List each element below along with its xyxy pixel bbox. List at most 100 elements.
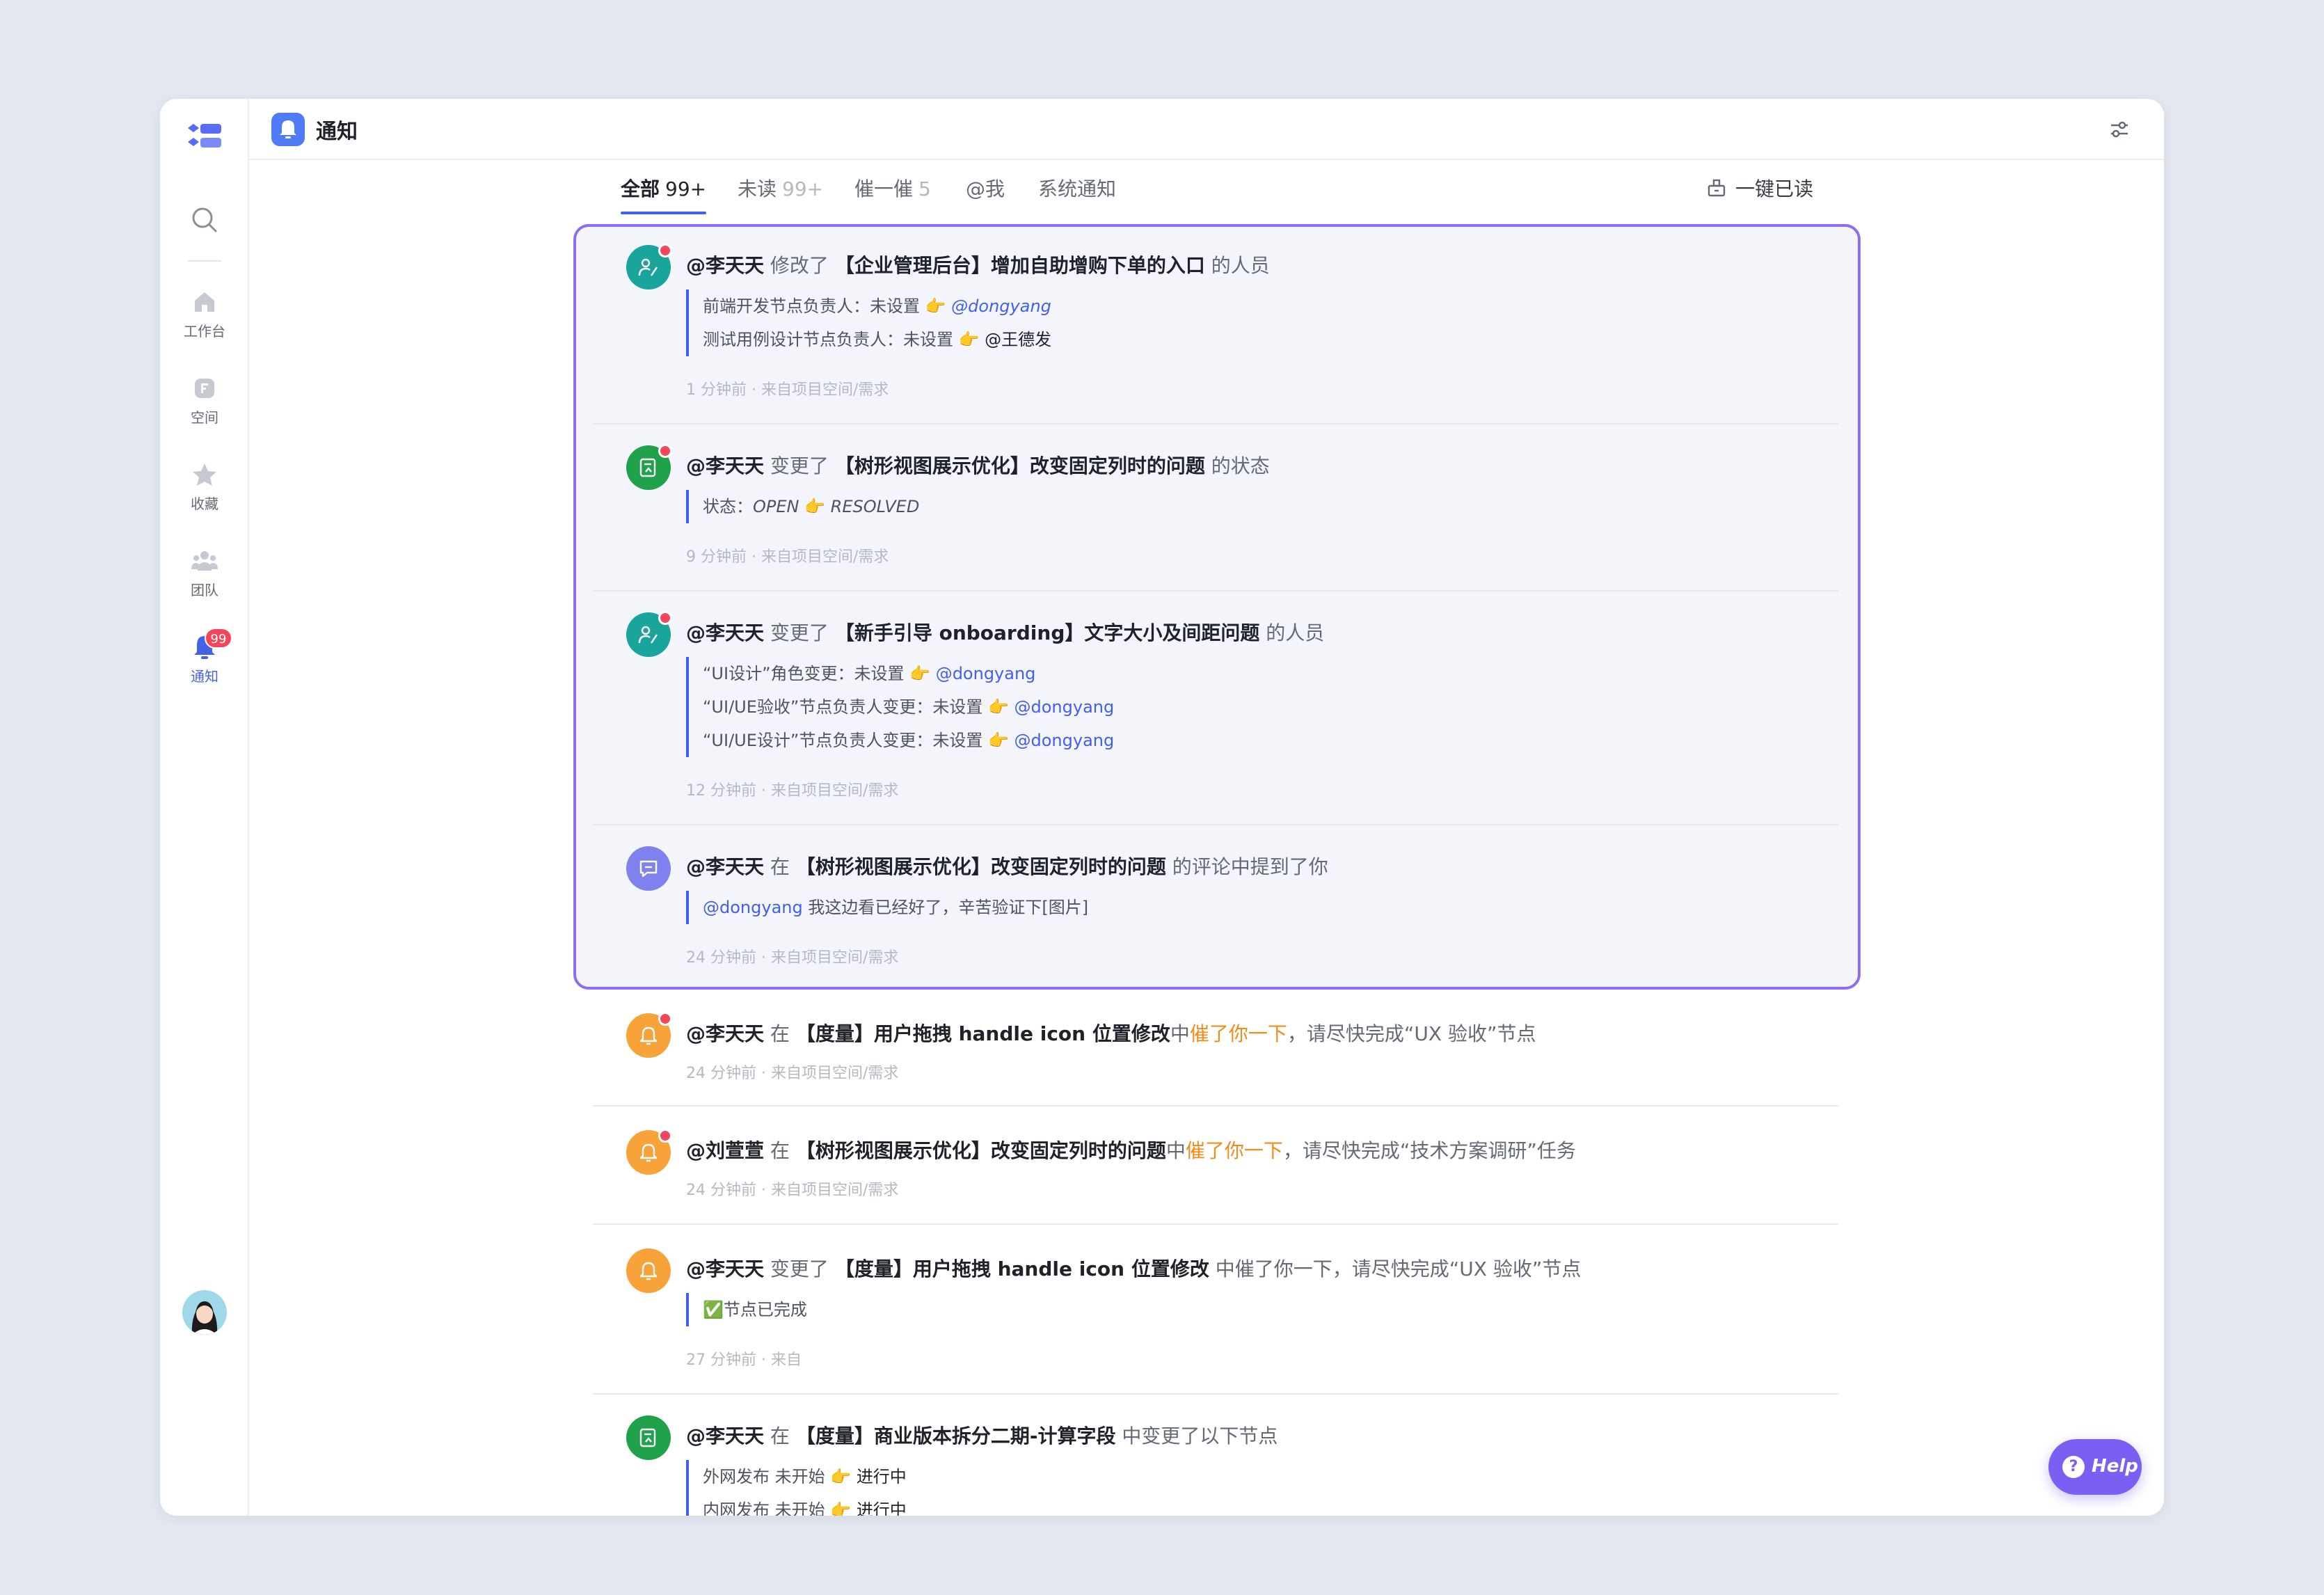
- action-mid: 中: [1165, 1139, 1186, 1162]
- change-line: 测试用例设计节点负责人：未设置 👉 @王德发: [703, 323, 1051, 356]
- notification-title: @李天天 在 【树形视图展示优化】改变固定列时的问题 的评论中提到了你: [686, 852, 1328, 880]
- rail-item-team[interactable]: 团队: [160, 547, 249, 599]
- change-to[interactable]: @dongyang: [1014, 697, 1115, 717]
- urge-bell-icon: [626, 1012, 672, 1058]
- actor-name[interactable]: @刘萱萱: [686, 1139, 764, 1162]
- change-to[interactable]: @dongyang: [951, 296, 1051, 316]
- change-details: ✅节点已完成: [686, 1293, 807, 1326]
- change-to[interactable]: @dongyang: [936, 664, 1036, 683]
- item-divider: [593, 1223, 1838, 1225]
- user-avatar[interactable]: [182, 1290, 227, 1335]
- pointing-hand-icon: 👉: [804, 497, 826, 516]
- tab-unread[interactable]: 未读 99+: [738, 174, 823, 214]
- change-details: 前端开发节点负责人：未设置 👉 @dongyang 测试用例设计节点负责人：未设…: [686, 289, 1051, 356]
- actor-name[interactable]: @李天天: [686, 1425, 764, 1447]
- urge-highlight: 催了你一下: [1185, 1139, 1283, 1162]
- actor-name[interactable]: @李天天: [686, 254, 764, 277]
- change-to[interactable]: @dongyang: [1014, 731, 1115, 750]
- change-details: 外网发布 未开始 👉 进行中 内网发布 未开始 👉 进行中: [686, 1460, 907, 1516]
- action-verb: 在: [770, 855, 790, 878]
- actor-name[interactable]: @李天天: [686, 621, 764, 644]
- actor-name[interactable]: @李天天: [686, 454, 764, 477]
- item-divider: [593, 423, 1838, 424]
- change-from: 测试用例设计节点负责人：未设置: [703, 330, 953, 349]
- rail-item-workbench[interactable]: 工作台: [160, 288, 249, 340]
- action-suffix: 的状态: [1211, 454, 1270, 477]
- team-icon: [191, 551, 218, 571]
- change-to[interactable]: @王德发: [985, 330, 1051, 349]
- home-icon: [195, 292, 214, 312]
- notification-item[interactable]: @李天天 在 【度量】商业版本拆分二期-计算字段 中变更了以下节点 外网发布 未…: [593, 1415, 1838, 1516]
- mark-all-read-button[interactable]: 一键已读: [1706, 174, 1813, 202]
- action-verb: 在: [770, 1022, 790, 1045]
- action-suffix: 中变更了以下节点: [1122, 1425, 1278, 1447]
- action-verb: 修改了: [770, 254, 829, 277]
- comment-line: @dongyang 我这边看已经好了，辛苦验证下[图片]: [703, 891, 1088, 924]
- tab-label: 未读: [738, 177, 777, 200]
- object-link[interactable]: 【度量】用户拖拽 handle icon 位置修改: [796, 1022, 1170, 1045]
- pointing-hand-icon: 👉: [987, 731, 1009, 750]
- mention-link[interactable]: @dongyang: [703, 898, 803, 917]
- notification-item[interactable]: @李天天 变更了 【树形视图展示优化】改变固定列时的问题 的状态 状态：OPEN…: [593, 444, 1838, 592]
- notification-item[interactable]: @李天天 修改了 【企业管理后台】增加自助增购下单的入口 的人员 前端开发节点负…: [593, 244, 1838, 424]
- tab-system[interactable]: 系统通知: [1038, 174, 1116, 214]
- action-verb: 变更了: [770, 1257, 829, 1280]
- action-suffix: ，请尽快完成“UX 验收”节点: [1287, 1022, 1536, 1045]
- notification-item[interactable]: @李天天 变更了 【度量】用户拖拽 handle icon 位置修改 中催了你一…: [593, 1248, 1838, 1395]
- tab-urge[interactable]: 催一催 5: [854, 174, 931, 214]
- notification-title: @李天天 在 【度量】商业版本拆分二期-计算字段 中变更了以下节点: [686, 1421, 1278, 1449]
- notification-item[interactable]: @李天天 变更了 【新手引导 onboarding】文字大小及间距问题 的人员 …: [593, 611, 1838, 825]
- filter-settings-icon[interactable]: [2107, 117, 2132, 142]
- change-line: 前端开发节点负责人：未设置 👉 @dongyang: [703, 289, 1051, 323]
- object-link[interactable]: 【树形视图展示优化】改变固定列时的问题: [796, 855, 1166, 878]
- object-link[interactable]: 【度量】用户拖拽 handle icon 位置修改: [835, 1257, 1209, 1280]
- action-suffix: ，请尽快完成“技术方案调研”任务: [1282, 1139, 1576, 1162]
- change-line: “UI/UE验收”节点负责人变更：未设置 👉 @dongyang: [703, 690, 1114, 724]
- search-icon[interactable]: [189, 205, 220, 235]
- assignee-change-icon: [626, 611, 672, 657]
- change-to: 进行中: [856, 1467, 907, 1486]
- object-link[interactable]: 【企业管理后台】增加自助增购下单的入口: [835, 254, 1205, 277]
- rail-item-favorites[interactable]: 收藏: [160, 461, 249, 513]
- rail-item-label: 空间: [191, 409, 218, 426]
- broom-icon: [1708, 179, 1726, 197]
- help-button[interactable]: ? Help: [2048, 1439, 2142, 1495]
- notification-item[interactable]: @刘萱萱 在 【树形视图展示优化】改变固定列时的问题中催了你一下，请尽快完成“技…: [593, 1129, 1838, 1225]
- change-line: “UI设计”角色变更：未设置 👉 @dongyang: [703, 657, 1114, 690]
- tab-mentions[interactable]: @我: [966, 174, 1005, 214]
- notification-item[interactable]: @李天天 在 【度量】用户拖拽 handle icon 位置修改中催了你一下，请…: [593, 1012, 1838, 1106]
- app-logo-icon[interactable]: [185, 121, 224, 154]
- object-link[interactable]: 【新手引导 onboarding】文字大小及间距问题: [835, 621, 1260, 644]
- tab-count: 99+: [665, 177, 707, 200]
- status-change-icon: [626, 444, 672, 490]
- change-field: 状态：: [703, 497, 753, 516]
- notification-item[interactable]: @李天天 在 【树形视图展示优化】改变固定列时的问题 的评论中提到了你 @don…: [593, 846, 1838, 992]
- status-change-icon: [626, 1415, 671, 1460]
- tab-all[interactable]: 全部 99+: [621, 174, 707, 214]
- change-to: RESOLVED: [830, 497, 920, 516]
- notification-meta: 1 分钟前 · 来自项目空间/需求: [686, 381, 889, 399]
- change-line: 状态：OPEN 👉 RESOLVED: [703, 490, 919, 523]
- rail-item-space[interactable]: 空间: [160, 374, 249, 427]
- pointing-hand-icon: 👉: [830, 1500, 852, 1516]
- change-details: 状态：OPEN 👉 RESOLVED: [686, 490, 919, 523]
- tab-count: 5: [918, 177, 931, 200]
- action-verb: 在: [770, 1425, 790, 1447]
- rail-item-label: 收藏: [191, 495, 218, 512]
- rail-item-notifications[interactable]: 99 通知: [160, 628, 249, 685]
- notification-title: @李天天 变更了 【树形视图展示优化】改变固定列时的问题 的状态: [686, 451, 1270, 479]
- change-line: “UI/UE设计”节点负责人变更：未设置 👉 @dongyang: [703, 724, 1114, 757]
- change-from: 前端开发节点负责人：未设置: [703, 296, 920, 316]
- object-link[interactable]: 【树形视图展示优化】改变固定列时的问题: [835, 454, 1205, 477]
- change-line: 内网发布 未开始 👉 进行中: [703, 1493, 907, 1516]
- notification-item-clip: @李天天 在 【度量】商业版本拆分二期-计算字段 中变更了以下节点 外网发布 未…: [593, 1415, 1838, 1516]
- object-link[interactable]: 【树形视图展示优化】改变固定列时的问题: [796, 1139, 1166, 1162]
- change-from: OPEN: [753, 497, 799, 516]
- object-link[interactable]: 【度量】商业版本拆分二期-计算字段: [796, 1425, 1116, 1447]
- change-line: ✅节点已完成: [703, 1300, 807, 1319]
- notification-meta: 9 分钟前 · 来自项目空间/需求: [686, 548, 889, 566]
- actor-name[interactable]: @李天天: [686, 1022, 764, 1045]
- actor-name[interactable]: @李天天: [686, 1257, 764, 1280]
- tab-label: @我: [966, 177, 1005, 200]
- actor-name[interactable]: @李天天: [686, 855, 764, 878]
